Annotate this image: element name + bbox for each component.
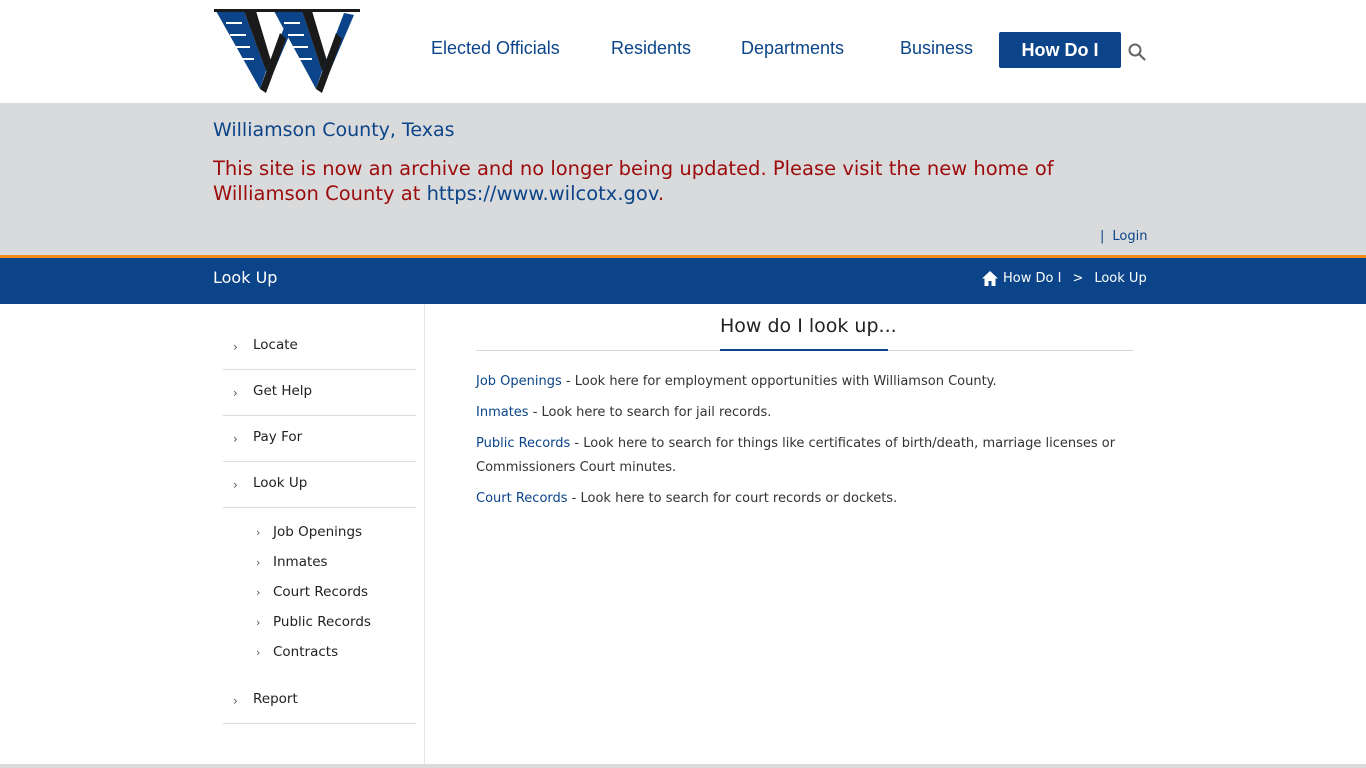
sidebar-item-locate[interactable]: › Locate [223, 324, 416, 370]
new-site-link[interactable]: https://www.wilcotx.gov [427, 182, 658, 205]
sidebar-item-label: Get Help [253, 383, 313, 399]
breadcrumb-separator: > [1072, 271, 1084, 286]
county-logo[interactable] [214, 9, 360, 96]
entry-description: - Look here to search for things like ce… [476, 436, 1116, 475]
inmates-link[interactable]: Inmates [476, 405, 529, 420]
county-title: Williamson County, Texas [213, 119, 455, 141]
nav-how-do-i[interactable]: How Do I [999, 32, 1121, 68]
sidebar-item-get-help[interactable]: › Get Help [223, 370, 416, 416]
sidebar-divider [424, 304, 425, 768]
nav-departments[interactable]: Departments [741, 38, 844, 59]
sidebar-item-label: Report [253, 691, 298, 707]
chevron-right-icon: › [233, 432, 238, 446]
site-header: Elected Officials Residents Departments … [0, 0, 1366, 103]
entry-public-records: Public Records - Look here to search for… [476, 432, 1116, 480]
chevron-right-icon: › [256, 586, 261, 599]
chevron-right-icon: › [256, 556, 261, 569]
sidebar-subitem-label: Inmates [273, 554, 328, 570]
sidebar-item-label: Pay For [253, 429, 303, 445]
content-heading-underline [720, 349, 888, 351]
sidebar-subitem-label: Contracts [273, 644, 339, 660]
entry-court-records: Court Records - Look here to search for … [476, 487, 1116, 511]
nav-business[interactable]: Business [900, 38, 973, 59]
chevron-right-icon: › [256, 616, 261, 629]
breadcrumb-look-up[interactable]: Look Up [1094, 271, 1146, 286]
entry-description: - Look here to search for jail records. [528, 405, 772, 420]
chevron-right-icon: › [233, 340, 238, 354]
sidebar-item-pay-for[interactable]: › Pay For [223, 416, 416, 462]
login-separator: | [1100, 229, 1105, 244]
sidebar-item-report[interactable]: › Report [223, 678, 416, 724]
entry-description: - Look here to search for court records … [567, 491, 898, 506]
sidebar-item-label: Locate [253, 337, 298, 353]
sidebar-item-look-up[interactable]: › Look Up [223, 462, 416, 508]
chevron-right-icon: › [233, 478, 238, 492]
sidebar-subitem-label: Court Records [273, 584, 369, 600]
sidebar-item-label: Look Up [253, 475, 308, 491]
court-records-link[interactable]: Court Records [476, 491, 568, 506]
entry-description: - Look here for employment opportunities… [561, 374, 997, 389]
breadcrumb: How Do I > Look Up [982, 271, 1147, 286]
entry-job-openings: Job Openings - Look here for employment … [476, 370, 1116, 394]
home-icon[interactable] [982, 271, 998, 286]
search-icon[interactable] [1128, 43, 1146, 61]
footer-strip [0, 764, 1366, 768]
title-bar [0, 258, 1366, 304]
chevron-right-icon: › [233, 386, 238, 400]
entry-inmates: Inmates - Look here to search for jail r… [476, 401, 1116, 425]
breadcrumb-how-do-i[interactable]: How Do I [1003, 271, 1061, 286]
archive-message: This site is now an archive and no longe… [213, 156, 1143, 206]
login-link[interactable]: Login [1112, 229, 1147, 244]
sidebar-subitem-label: Public Records [273, 614, 371, 630]
chevron-right-icon: › [233, 694, 238, 708]
public-records-link[interactable]: Public Records [476, 436, 570, 451]
login-row: | Login [1100, 229, 1147, 244]
job-openings-link[interactable]: Job Openings [476, 374, 562, 389]
archive-message-end: . [657, 182, 665, 205]
nav-elected-officials[interactable]: Elected Officials [431, 38, 560, 59]
sidebar-subitem-label: Job Openings [273, 524, 363, 540]
content-heading: How do I look up... [720, 315, 897, 337]
chevron-right-icon: › [256, 526, 261, 539]
nav-residents[interactable]: Residents [611, 38, 691, 59]
page-title: Look Up [213, 268, 278, 287]
chevron-right-icon: › [256, 646, 261, 659]
